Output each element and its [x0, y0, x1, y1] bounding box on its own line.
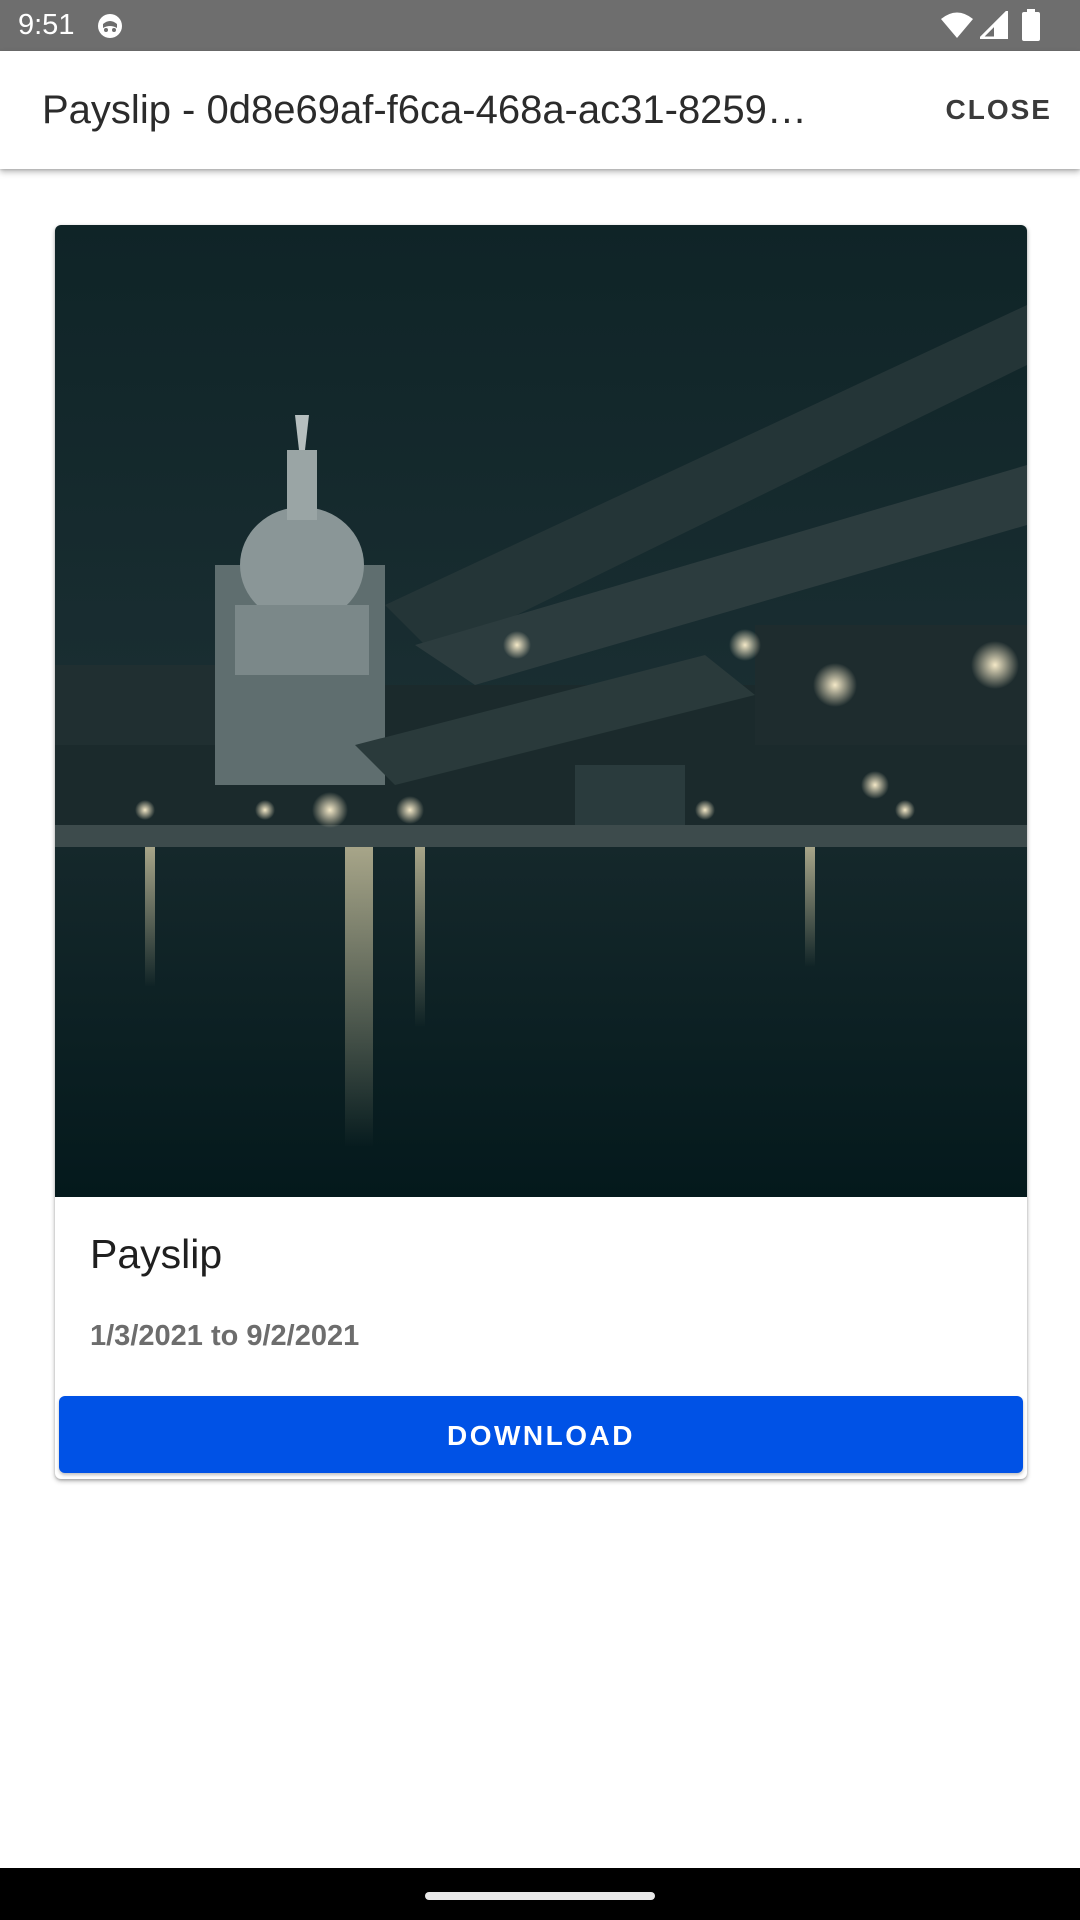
city-night-photo: [55, 225, 1027, 1197]
battery-icon: [1022, 9, 1040, 41]
wifi-icon: [941, 12, 973, 38]
status-time: 9:51: [18, 9, 75, 41]
app-notification-icon: [96, 12, 124, 40]
app-bar: Payslip - 0d8e69af-f6ca-468a-ac31-8259… …: [0, 51, 1080, 169]
cellular-signal-icon: [980, 11, 1008, 39]
page-title: Payslip - 0d8e69af-f6ca-468a-ac31-8259…: [42, 88, 807, 132]
status-bar: 9:51: [0, 0, 1080, 51]
card-title: Payslip: [90, 1231, 223, 1277]
close-button[interactable]: CLOSE: [932, 87, 1066, 133]
payslip-date-range: 1/3/2021 to 9/2/2021: [90, 1320, 360, 1352]
download-button[interactable]: DOWNLOAD: [59, 1396, 1023, 1473]
navigation-bar: [0, 1868, 1080, 1920]
payslip-card: Payslip 1/3/2021 to 9/2/2021 DOWNLOAD: [55, 225, 1027, 1479]
home-gesture-handle[interactable]: [425, 1892, 655, 1900]
status-icons: [940, 0, 1080, 51]
